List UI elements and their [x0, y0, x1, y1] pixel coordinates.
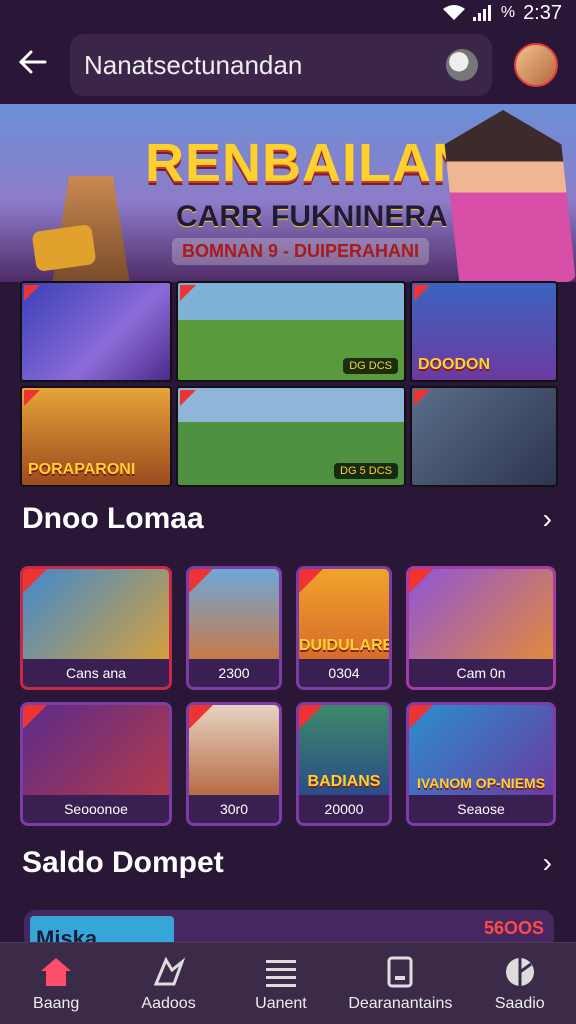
- card-label: 0304: [299, 659, 389, 687]
- card-art: [189, 569, 279, 661]
- section-title: Dnoo Lomaa: [22, 502, 204, 535]
- featured-grid: DG DCS DOODON PORAPARONI DG 5 DCS: [20, 281, 558, 487]
- nav-item-cards[interactable]: Dearanantains: [348, 955, 452, 1013]
- nav-item-home[interactable]: Baang: [11, 955, 101, 1013]
- card-label: Cam 0n: [409, 659, 553, 687]
- battery-indicator: %: [500, 4, 516, 21]
- nav-label: Baang: [33, 994, 80, 1012]
- featured-tile[interactable]: DOODON: [410, 281, 558, 382]
- bottom-nav: Baang Aadoos Uanent Dearanantains Saadio: [0, 942, 576, 1024]
- card-art-title: BADIANS: [307, 773, 381, 790]
- section-title: Saldo Dompet: [22, 846, 224, 879]
- card-art-title: DUIDULARE: [299, 637, 392, 654]
- top-bar: Nanatsectunandan: [0, 26, 576, 104]
- profile-icon: [503, 955, 537, 989]
- games-icon: [152, 955, 186, 989]
- card-label: 30r0: [189, 795, 279, 823]
- wallet-amount: 56OOS: [483, 918, 544, 938]
- card-art: [409, 569, 553, 661]
- home-icon: [39, 955, 73, 989]
- card-label: Cans ana: [23, 659, 169, 687]
- card-label: Seooonoe: [23, 795, 169, 823]
- tile-tag: DG 5 DCS: [334, 463, 398, 479]
- nav-item-games[interactable]: Aadoos: [124, 955, 214, 1013]
- game-card[interactable]: 30r0: [186, 702, 282, 826]
- game-card[interactable]: Cam 0n: [406, 566, 556, 690]
- chevron-right-icon[interactable]: ›: [543, 503, 552, 535]
- game-card[interactable]: IVANOM OP-NIEMS Seaose: [406, 702, 556, 826]
- featured-tile[interactable]: [20, 281, 172, 382]
- status-icons: %: [442, 4, 516, 22]
- status-bar: % 2:37: [0, 0, 576, 26]
- search-bar[interactable]: Nanatsectunandan: [70, 34, 492, 96]
- banner-subtitle: CARR FUKNINERA: [176, 200, 448, 233]
- banner-logo: [31, 224, 97, 272]
- card-art: [189, 705, 279, 797]
- nav-label: Saadio: [494, 994, 545, 1012]
- section-header[interactable]: Dnoo Lomaa ›: [22, 502, 552, 536]
- badge: [414, 285, 430, 301]
- card-art: BADIANS: [299, 705, 389, 797]
- search-icon[interactable]: [446, 49, 478, 81]
- featured-tile[interactable]: [410, 386, 558, 487]
- featured-tile[interactable]: DG 5 DCS: [176, 386, 406, 487]
- card-art-title: IVANOM OP-NIEMS: [416, 775, 546, 791]
- game-card[interactable]: Cans ana: [20, 566, 172, 690]
- card-label: Seaose: [409, 795, 553, 823]
- banner-tagline: BOMNAN 9 - DUIPERAHANI: [172, 238, 430, 265]
- game-card[interactable]: BADIANS 20000: [296, 702, 392, 826]
- badge: [180, 285, 196, 301]
- featured-tile[interactable]: PORAPARONI: [20, 386, 172, 487]
- arrow-left-icon: [18, 50, 47, 74]
- featured-tile[interactable]: DG DCS: [176, 281, 406, 382]
- signal-icon: [472, 5, 491, 21]
- card-art: [23, 569, 169, 661]
- search-input[interactable]: Nanatsectunandan: [84, 50, 436, 81]
- badge: [180, 390, 196, 406]
- card-label: 2300: [189, 659, 279, 687]
- badge: [24, 285, 40, 301]
- game-card[interactable]: 2300: [186, 566, 282, 690]
- nav-label: Aadoos: [141, 994, 196, 1012]
- tile-tag: DG DCS: [343, 358, 398, 374]
- badge: [24, 390, 40, 406]
- game-card[interactable]: Seooonoe: [20, 702, 172, 826]
- nav-label: Dearanantains: [348, 994, 453, 1012]
- game-cards: Cans ana 2300 DUIDULARE 0304 Cam 0n Seoo…: [20, 566, 556, 826]
- wifi-icon: [442, 5, 465, 20]
- back-button[interactable]: [18, 48, 48, 82]
- cards-icon: [383, 955, 417, 989]
- badge: [414, 390, 430, 406]
- section-header[interactable]: Saldo Dompet ›: [22, 846, 552, 880]
- banner-title: RENBAILAN: [145, 133, 472, 193]
- card-art: IVANOM OP-NIEMS: [409, 705, 553, 797]
- tile-title: PORAPARONI: [28, 461, 136, 478]
- nav-item-list[interactable]: Uanent: [236, 955, 326, 1013]
- card-art: DUIDULARE: [299, 569, 389, 661]
- card-art: [23, 705, 169, 797]
- status-time: 2:37: [523, 1, 562, 24]
- game-card[interactable]: DUIDULARE 0304: [296, 566, 392, 690]
- avatar[interactable]: [514, 43, 558, 87]
- tile-title: DOODON: [418, 356, 490, 373]
- card-label: 20000: [299, 795, 389, 823]
- nav-label: Uanent: [255, 994, 307, 1012]
- list-icon: [264, 955, 298, 989]
- chevron-right-icon[interactable]: ›: [543, 847, 552, 879]
- hero-banner[interactable]: RENBAILAN CARR FUKNINERA BOMNAN 9 - DUIP…: [0, 104, 576, 282]
- nav-item-profile[interactable]: Saadio: [475, 955, 565, 1013]
